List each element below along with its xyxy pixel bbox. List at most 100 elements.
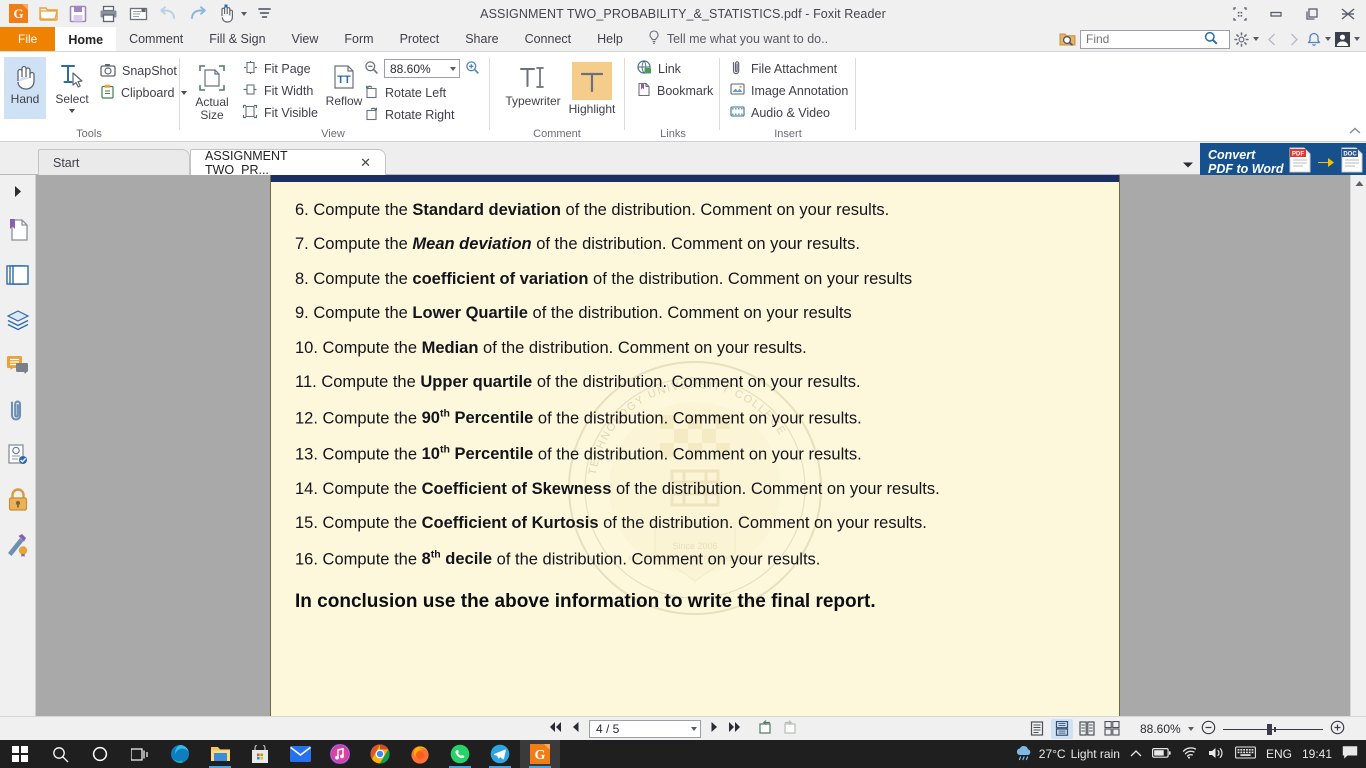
page-number-caret-icon[interactable]	[691, 726, 697, 731]
firefox-icon[interactable]	[400, 740, 440, 768]
zoom-in-icon[interactable]	[465, 60, 480, 78]
zoom-in-icon[interactable]	[1330, 720, 1345, 738]
tab-protect[interactable]: Protect	[387, 27, 453, 51]
expand-panel-icon[interactable]	[0, 175, 36, 207]
tab-file[interactable]: File	[0, 27, 56, 51]
continuous-facing-mode-icon[interactable]	[1101, 719, 1123, 739]
file-explorer-icon[interactable]	[200, 740, 240, 768]
task-view-icon[interactable]	[120, 740, 160, 768]
mail-icon[interactable]	[280, 740, 320, 768]
avatar[interactable]	[1335, 31, 1350, 47]
zoom-out-icon[interactable]	[1201, 720, 1216, 738]
cortana-icon[interactable]	[80, 740, 120, 768]
select-dropdown-caret-icon[interactable]	[69, 109, 75, 113]
page-number-combo[interactable]: 4 / 5	[589, 719, 701, 738]
close-icon[interactable]: ✕	[360, 156, 371, 169]
tab-view[interactable]: View	[279, 27, 332, 51]
hand-tool-button[interactable]: Hand	[4, 57, 46, 119]
clock-time[interactable]: 19:41	[1302, 747, 1332, 761]
gear-icon[interactable]	[1234, 31, 1249, 47]
zoom-out-icon[interactable]	[364, 60, 379, 78]
doc-tab-start[interactable]: Start	[38, 149, 190, 175]
fit-visible-button[interactable]: Fit Visible	[242, 102, 318, 124]
scroll-up-icon[interactable]	[1351, 175, 1366, 191]
start-button-icon[interactable]	[0, 740, 40, 768]
language-indicator[interactable]: ENG	[1266, 747, 1292, 761]
document-vertical-scrollbar[interactable]	[1350, 175, 1366, 716]
zoom-level-combo[interactable]: 88.60%	[384, 59, 460, 78]
zoom-slider[interactable]	[1222, 723, 1323, 735]
pages-panel-icon[interactable]	[0, 252, 36, 297]
search-icon[interactable]	[40, 740, 80, 768]
tab-connect[interactable]: Connect	[512, 27, 585, 51]
whatsapp-icon[interactable]	[440, 740, 480, 768]
minimize-icon[interactable]	[1258, 0, 1294, 27]
typewriter-button[interactable]: Typewriter	[498, 57, 568, 119]
itunes-icon[interactable]	[320, 740, 360, 768]
file-attachment-button[interactable]: File Attachment	[730, 58, 837, 80]
image-annotation-button[interactable]: Image Annotation	[730, 80, 848, 102]
previous-page-icon[interactable]	[571, 721, 580, 736]
settings-caret-icon[interactable]	[1253, 37, 1259, 41]
doc-tab-assignment[interactable]: ASSIGNMENT TWO_PR... ✕	[190, 149, 386, 177]
tab-fill-and-sign[interactable]: Fill & Sign	[196, 27, 278, 51]
single-page-mode-icon[interactable]	[1026, 719, 1048, 739]
chrome-icon[interactable]	[360, 740, 400, 768]
status-zoom-caret-icon[interactable]	[1187, 726, 1194, 731]
link-button[interactable]: Link	[636, 58, 681, 80]
first-page-icon[interactable]	[548, 721, 562, 736]
keyboard-icon[interactable]	[1235, 746, 1256, 762]
rotate-left-button[interactable]: Rotate Left	[364, 82, 446, 104]
zoom-slider-knob[interactable]	[1266, 723, 1272, 735]
snapshot-button[interactable]: SnapShot	[100, 60, 177, 82]
find-box[interactable]	[1080, 29, 1230, 49]
find-search-icon[interactable]	[1204, 31, 1218, 48]
fit-width-button[interactable]: Fit Width	[242, 80, 313, 102]
foxit-reader-icon[interactable]: G	[520, 740, 560, 768]
ribbon-collapse-caret-icon[interactable]	[1348, 125, 1362, 139]
tab-form[interactable]: Form	[331, 27, 386, 51]
bookmark-button[interactable]: Bookmark	[636, 80, 713, 102]
tab-share[interactable]: Share	[452, 27, 511, 51]
telegram-icon[interactable]	[480, 740, 520, 768]
signatures-panel-icon[interactable]	[0, 522, 36, 567]
maximize-icon[interactable]	[1294, 0, 1330, 27]
document-view[interactable]: TECHNOLOGY UNIVERSITY COLLEGE Since 2006…	[36, 175, 1350, 716]
tell-me-search[interactable]: Tell me what you want to do..	[636, 27, 828, 51]
actual-size-button[interactable]: Actual Size	[188, 57, 236, 127]
microsoft-store-icon[interactable]	[240, 740, 280, 768]
battery-icon[interactable]	[1151, 747, 1171, 762]
weather-widget[interactable]: 27°C Light rain	[1014, 745, 1120, 764]
tab-list-caret-icon[interactable]	[1182, 158, 1194, 172]
clipboard-button[interactable]: Clipboard	[100, 82, 187, 104]
notifications-caret-icon[interactable]	[1325, 37, 1331, 41]
restore-all-icon[interactable]	[1222, 0, 1258, 27]
continuous-page-mode-icon[interactable]	[1051, 718, 1073, 739]
zoom-level-caret-icon[interactable]	[450, 66, 456, 71]
search-in-document-icon[interactable]	[1059, 31, 1076, 47]
fit-page-button[interactable]: Fit Page	[242, 58, 311, 80]
tab-help[interactable]: Help	[584, 27, 636, 51]
facing-page-mode-icon[interactable]	[1076, 719, 1098, 739]
security-panel-icon[interactable]	[0, 477, 36, 522]
comments-panel-icon[interactable]	[0, 342, 36, 387]
wifi-icon[interactable]	[1181, 746, 1198, 762]
highlight-button[interactable]: Highlight	[564, 57, 620, 119]
stamps-panel-icon[interactable]	[0, 432, 36, 477]
close-icon[interactable]	[1330, 0, 1366, 27]
attachments-panel-icon[interactable]	[0, 387, 36, 432]
previous-view-icon[interactable]	[757, 720, 773, 737]
tab-comment[interactable]: Comment	[116, 27, 196, 51]
last-page-icon[interactable]	[728, 721, 742, 736]
tab-home[interactable]: Home	[55, 27, 117, 51]
edge-icon[interactable]	[160, 740, 200, 768]
next-page-icon[interactable]	[710, 721, 719, 736]
layers-panel-icon[interactable]	[0, 297, 36, 342]
notifications-bell-icon[interactable]	[1307, 32, 1321, 47]
find-input[interactable]	[1086, 32, 1204, 46]
account-caret-icon[interactable]	[1354, 37, 1360, 41]
chevron-up-icon[interactable]	[1130, 747, 1142, 761]
audio-video-button[interactable]: Audio & Video	[730, 102, 830, 124]
reflow-button[interactable]: TT Reflow	[318, 57, 370, 127]
action-center-icon[interactable]	[1342, 745, 1358, 763]
